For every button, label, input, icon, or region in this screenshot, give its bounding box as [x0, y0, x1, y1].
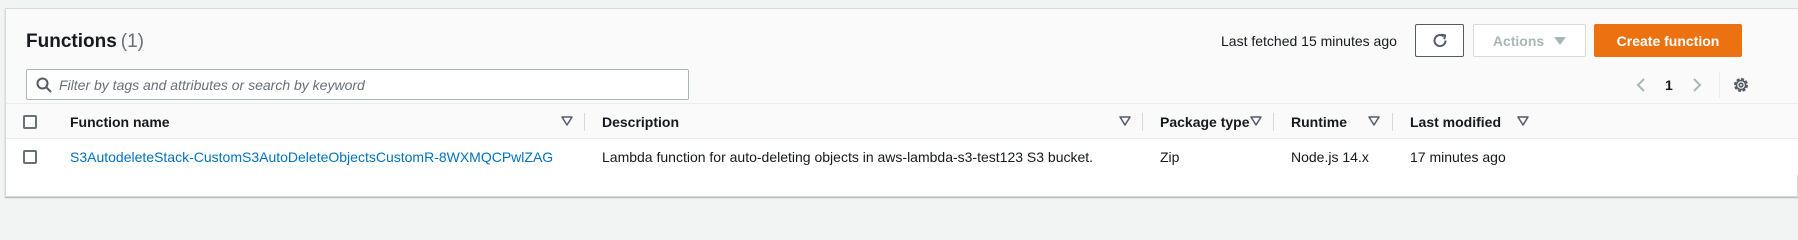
- settings-gear-icon: [1734, 78, 1748, 92]
- chevron-left-icon: [1636, 78, 1645, 92]
- table-header: Function name Description Package type R…: [6, 103, 1798, 139]
- actions-dropdown-button[interactable]: Actions: [1473, 24, 1586, 57]
- sort-icon[interactable]: [1517, 116, 1529, 126]
- cell-last-modified: 17 minutes ago: [1410, 149, 1506, 165]
- row-checkbox[interactable]: [23, 150, 37, 164]
- title-text: Functions: [26, 31, 117, 52]
- sort-icon[interactable]: [1368, 116, 1380, 126]
- functions-header: Functions (1) Last fetched 15 minutes ago…: [6, 9, 1798, 117]
- actions-label: Actions: [1492, 32, 1545, 49]
- column-header-description[interactable]: Description: [602, 104, 679, 140]
- cell-function-name: S3AutodeleteStack-CustomS3AutoDeleteObje…: [70, 139, 553, 175]
- refresh-icon: [1433, 33, 1447, 47]
- column-header-runtime[interactable]: Runtime: [1291, 104, 1347, 140]
- pager-divider: [1719, 72, 1720, 98]
- caret-down-icon: [1554, 36, 1567, 45]
- cell-runtime: Node.js 14.x: [1291, 149, 1369, 165]
- column-divider[interactable]: [584, 113, 585, 131]
- column-divider[interactable]: [1142, 113, 1143, 131]
- table-row[interactable]: S3AutodeleteStack-CustomS3AutoDeleteObje…: [6, 139, 1798, 175]
- next-page-button[interactable]: [1687, 75, 1707, 95]
- sort-icon[interactable]: [561, 116, 573, 126]
- sort-icon[interactable]: [1119, 116, 1131, 126]
- sort-icon[interactable]: [1250, 116, 1262, 126]
- chevron-right-icon: [1693, 78, 1702, 92]
- column-divider[interactable]: [1392, 113, 1393, 131]
- pagination: 1: [1631, 75, 1707, 95]
- last-fetched-text: Last fetched 15 minutes ago: [1221, 33, 1397, 49]
- create-function-button[interactable]: Create function: [1594, 24, 1742, 57]
- cell-package-type: Zip: [1160, 149, 1180, 165]
- cell-description: Lambda function for auto-deleting object…: [602, 149, 1094, 165]
- function-name-link[interactable]: S3AutodeleteStack-CustomS3AutoDeleteObje…: [70, 149, 553, 165]
- search-input[interactable]: [59, 70, 679, 99]
- column-header-package-type[interactable]: Package type: [1160, 104, 1250, 140]
- function-count: (1): [120, 31, 145, 52]
- page-title: Functions (1): [26, 31, 144, 53]
- column-divider[interactable]: [1273, 113, 1274, 131]
- select-all-checkbox[interactable]: [23, 115, 37, 129]
- functions-panel: Functions (1) Last fetched 15 minutes ago…: [5, 8, 1798, 197]
- column-header-function-name[interactable]: Function name: [70, 104, 170, 140]
- search-box[interactable]: [26, 69, 689, 100]
- search-icon: [36, 77, 52, 93]
- previous-page-button[interactable]: [1631, 75, 1651, 95]
- current-page-number[interactable]: 1: [1665, 77, 1673, 93]
- refresh-button[interactable]: [1415, 24, 1464, 57]
- preferences-button[interactable]: [1731, 75, 1751, 95]
- column-header-last-modified[interactable]: Last modified: [1410, 104, 1501, 140]
